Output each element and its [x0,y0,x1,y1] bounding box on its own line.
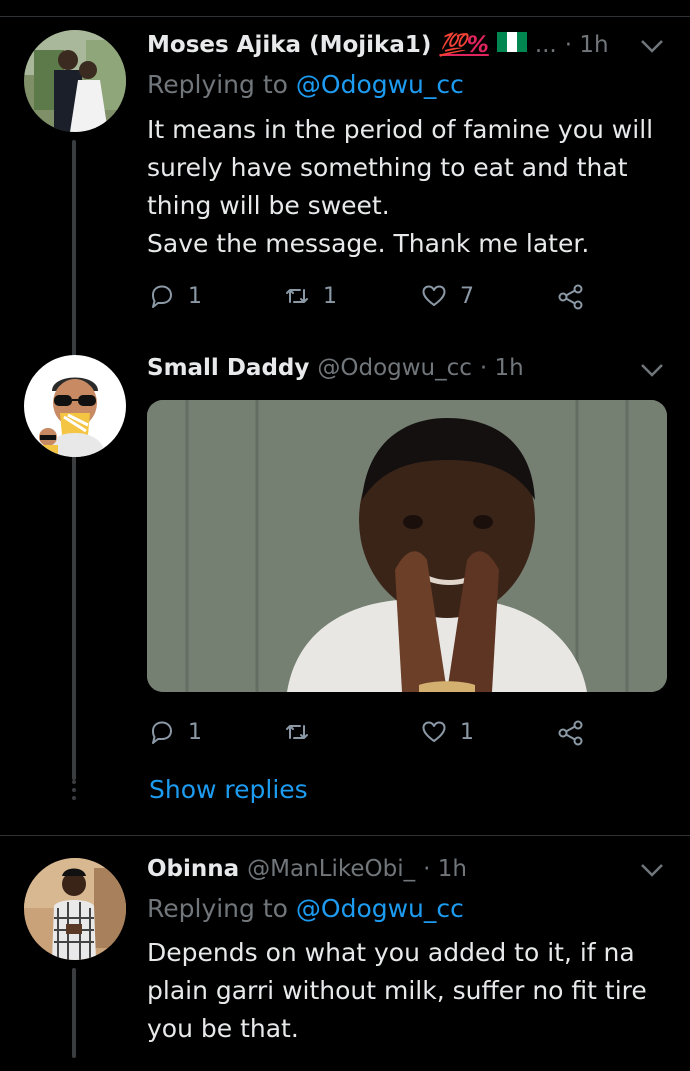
tweet-3-header: Obinna @ManLikeObi_ · 1h [147,856,617,882]
replying-to-handle[interactable]: @Odogwu_cc [296,70,464,99]
tweet-3-text: Depends on what you added to it, if na p… [147,934,667,1048]
retweet-button[interactable]: 1 [283,282,337,310]
tweet-1-header: Moses Ajika (Mojika1) 💯% ... · 1h [147,32,617,58]
tweet-divider [0,835,690,836]
like-count: 7 [460,283,474,309]
like-button[interactable]: 1 [420,718,474,746]
retweet-icon [286,725,308,739]
text-line: Depends on what you added to it, if na [147,938,635,967]
show-replies-link[interactable]: Show replies [149,775,308,804]
avatar-moses[interactable] [24,30,126,132]
replying-to: Replying to @Odogwu_cc [147,894,464,923]
reply-button[interactable]: 1 [148,282,202,310]
like-icon [422,721,446,742]
avatar-obinna[interactable] [24,858,126,960]
like-icon [422,285,446,306]
author-name[interactable]: Moses Ajika (Mojika1) [147,32,431,58]
replying-to-prefix: Replying to [147,70,296,99]
reply-count: 1 [188,283,202,309]
text-line: Save the message. Thank me later. [147,229,590,258]
hundred-icon: 💯% [439,33,489,58]
author-name[interactable]: Small Daddy [147,355,309,381]
tweet-1-text: It means in the period of famine you wil… [147,111,667,263]
reply-icon [152,285,172,308]
share-icon[interactable] [556,283,586,311]
text-line: thing will be sweet. [147,191,390,220]
text-line: It means in the period of famine you wil… [147,115,654,144]
tweet-time[interactable]: · 1h [565,32,609,58]
thread-line-2 [72,465,76,770]
share-icon[interactable] [556,719,586,747]
retweet-icon [286,289,308,303]
reply-icon [152,721,172,744]
avatar-small-daddy[interactable] [24,355,126,457]
replying-to-handle[interactable]: @Odogwu_cc [296,894,464,923]
author-handle[interactable]: @ManLikeObi_ [247,856,415,882]
text-line: plain garri without milk, suffer no fit … [147,976,647,1005]
top-divider [0,0,690,17]
like-count: 1 [460,719,474,745]
tweet-time[interactable]: · 1h [423,856,467,882]
nigeria-flag-icon [496,32,527,52]
chevron-down-icon[interactable] [640,862,664,878]
replying-to-prefix: Replying to [147,894,296,923]
retweet-button[interactable] [283,718,323,746]
thread-continuation-dots [70,780,78,804]
author-name[interactable]: Obinna [147,856,239,882]
text-line: surely have something to eat and that [147,153,628,182]
author-ellipsis: ... [534,32,557,58]
thread-line-3 [72,968,76,1058]
tweet-media-image[interactable] [147,400,667,692]
retweet-count: 1 [323,283,337,309]
tweet-time[interactable]: · 1h [480,355,524,381]
chevron-down-icon[interactable] [640,362,664,378]
tweet-2-header: Small Daddy @Odogwu_cc · 1h [147,355,617,381]
chevron-down-icon[interactable] [640,38,664,54]
reply-button[interactable]: 1 [148,718,202,746]
replying-to: Replying to @Odogwu_cc [147,70,464,99]
author-handle[interactable]: @Odogwu_cc [317,355,472,381]
reply-count: 1 [188,719,202,745]
like-button[interactable]: 7 [420,282,474,310]
text-line: you be that. [147,1014,299,1043]
